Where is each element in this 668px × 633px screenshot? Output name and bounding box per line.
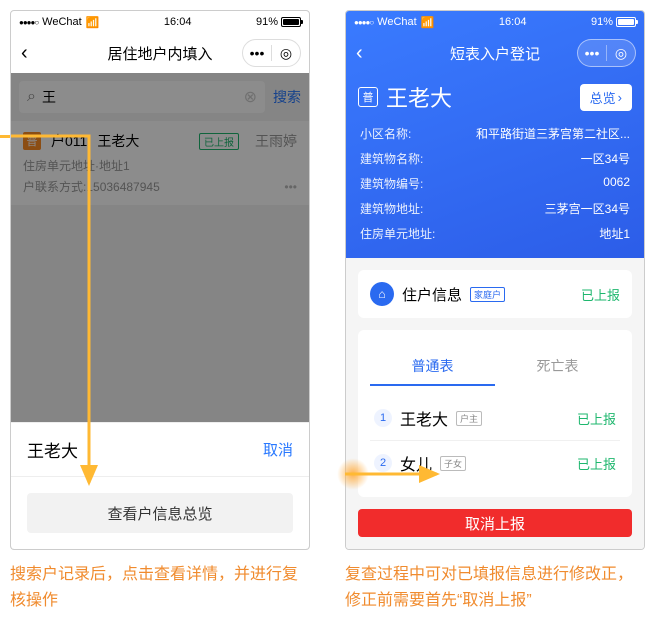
highlight-glow: [337, 458, 369, 490]
wifi-icon: 📶: [421, 16, 435, 29]
pu-badge: 普: [358, 87, 378, 107]
caption-right: 复查过程中可对已填报信息进行修改正，修正前需要首先“取消上报”: [345, 562, 645, 613]
info-label: 住房单元地址:: [360, 225, 435, 242]
battery-icon: [616, 17, 636, 27]
info-label: 建筑物名称:: [360, 150, 423, 167]
member-name: 女儿: [400, 451, 432, 475]
info-label: 小区名称:: [360, 125, 411, 142]
info-row: 建筑物名称: 一区34号: [346, 146, 644, 171]
content-area: ⌕ ⊗ 搜索 普 户011 王老大 已上报 王雨婷 住房单元地址·地址1 户联系…: [11, 73, 309, 549]
chevron-right-icon: ›: [618, 90, 622, 105]
family-tag: 家庭户: [470, 287, 505, 302]
info-value: 三茅宫一区34号: [545, 200, 630, 217]
body-panel: ⌂ 住户信息 家庭户 已上报 普通表 死亡表 1王老大户主已上报2女儿子女已上报…: [346, 258, 644, 549]
action-sheet: 王老大 取消 查看户信息总览: [11, 422, 309, 549]
sheet-title: 王老大: [27, 437, 78, 462]
cancel-report-button[interactable]: 取消上报: [358, 509, 632, 537]
info-value: 一区34号: [581, 150, 630, 167]
clock: 16:04: [99, 16, 256, 28]
members-card: 普通表 死亡表 1王老大户主已上报2女儿子女已上报: [358, 330, 632, 497]
page-title: 短表入户登记: [450, 43, 540, 64]
view-overview-button[interactable]: 查看户信息总览: [27, 493, 293, 533]
member-index: 2: [374, 454, 392, 472]
phone-right: ●●●●○ WeChat 📶 16:04 91% ‹ 短表入户登记 ••• ◎: [345, 10, 645, 550]
info-value: 0062: [603, 175, 630, 192]
info-row: 小区名称: 和平路街道三茅宫第二社区...: [346, 121, 644, 146]
clock: 16:04: [434, 16, 591, 28]
house-title: 住户信息: [402, 284, 462, 305]
capsule-close-button[interactable]: ◎: [607, 40, 635, 66]
back-button[interactable]: ‹: [21, 42, 28, 65]
battery-label: 91%: [591, 16, 613, 28]
page-title: 居住地户内填入: [107, 43, 212, 64]
status-badge: 已上报: [581, 285, 620, 304]
info-label: 建筑物地址:: [360, 200, 423, 217]
info-row: 建筑物地址: 三茅宫一区34号: [346, 196, 644, 221]
back-button[interactable]: ‹: [356, 42, 363, 65]
nav-bar: ‹ 短表入户登记 ••• ◎: [346, 33, 644, 73]
status-bar: ●●●●○ WeChat 📶 16:04 91%: [346, 11, 644, 33]
info-row: 建筑物编号: 0062: [346, 171, 644, 196]
battery-icon: [281, 17, 301, 27]
member-index: 1: [374, 409, 392, 427]
mini-program-capsule: ••• ◎: [242, 39, 301, 67]
overview-button[interactable]: 总览›: [580, 84, 632, 111]
mini-program-capsule: ••• ◎: [577, 39, 636, 67]
caption-left: 搜索户记录后，点击查看详情，并进行复核操作: [10, 562, 310, 613]
capsule-more-button[interactable]: •••: [243, 40, 271, 66]
house-info-card: ⌂ 住户信息 家庭户 已上报: [358, 270, 632, 318]
signal-icon: ●●●●○: [19, 18, 38, 27]
tab-death[interactable]: 死亡表: [495, 348, 620, 386]
member-row[interactable]: 2 女儿子女 已上报: [370, 440, 620, 485]
status-badge: 已上报: [577, 454, 616, 473]
member-role: 户主: [456, 411, 482, 426]
household-name: 王老大: [386, 81, 572, 113]
signal-icon: ●●●●○: [354, 18, 373, 27]
house-icon: ⌂: [370, 282, 394, 306]
wifi-icon: 📶: [86, 16, 100, 29]
info-value: 地址1: [599, 225, 630, 242]
info-row: 住房单元地址: 地址1: [346, 221, 644, 246]
info-label: 建筑物编号:: [360, 175, 423, 192]
carrier-label: WeChat: [42, 16, 82, 28]
member-row[interactable]: 1 王老大户主 已上报: [370, 396, 620, 440]
status-badge: 已上报: [577, 409, 616, 428]
header-panel: ●●●●○ WeChat 📶 16:04 91% ‹ 短表入户登记 ••• ◎: [346, 11, 644, 258]
sheet-cancel-button[interactable]: 取消: [263, 439, 293, 460]
phone-left: ●●●●○ WeChat 📶 16:04 91% ‹ 居住地户内填入 ••• ◎…: [10, 10, 310, 550]
battery-label: 91%: [256, 16, 278, 28]
nav-bar: ‹ 居住地户内填入 ••• ◎: [11, 33, 309, 73]
tab-normal[interactable]: 普通表: [370, 348, 495, 386]
status-bar: ●●●●○ WeChat 📶 16:04 91%: [11, 11, 309, 33]
member-name: 王老大: [400, 406, 448, 430]
member-role: 子女: [440, 456, 466, 471]
carrier-label: WeChat: [377, 16, 417, 28]
info-value: 和平路街道三茅宫第二社区...: [476, 125, 630, 142]
capsule-close-button[interactable]: ◎: [272, 40, 300, 66]
capsule-more-button[interactable]: •••: [578, 40, 606, 66]
arrow-entry: [0, 135, 10, 138]
